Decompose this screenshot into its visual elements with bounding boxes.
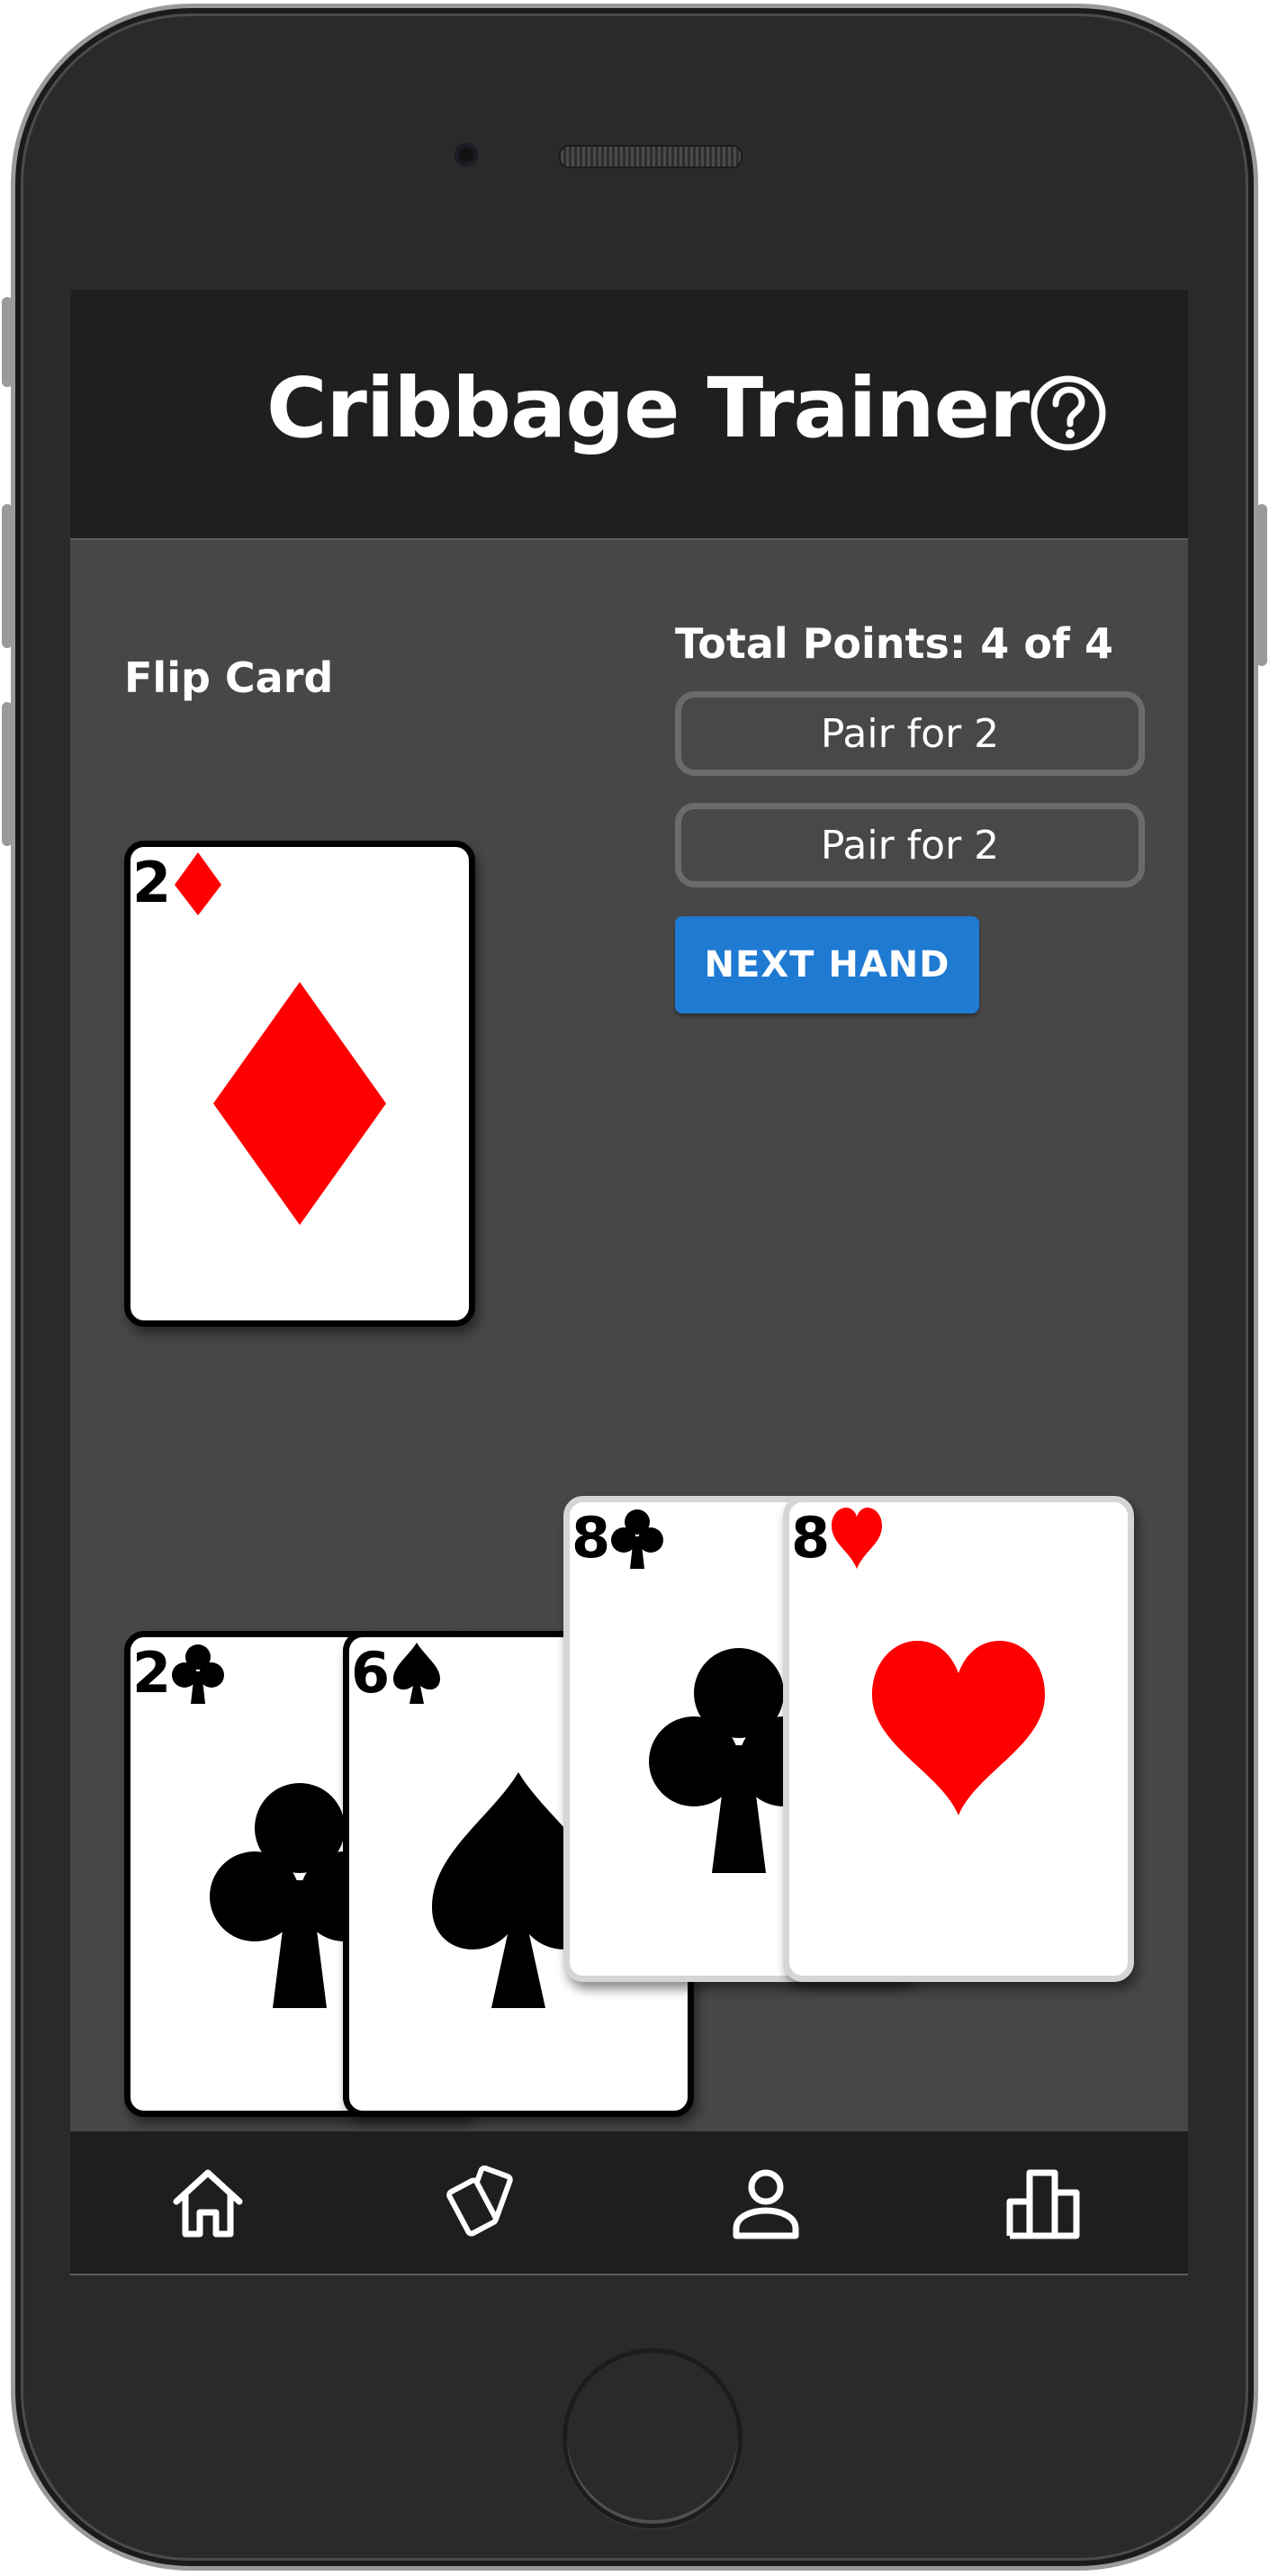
- card-corner: 2: [132, 1639, 225, 1711]
- mute-switch: [2, 297, 13, 387]
- card-corner: 8: [572, 1504, 664, 1576]
- home-button[interactable]: [562, 2348, 742, 2528]
- app-header: Cribbage Trainer: [70, 290, 1188, 540]
- person-icon[interactable]: [725, 2162, 806, 2243]
- power-button: [1256, 504, 1267, 666]
- cards-icon[interactable]: [446, 2162, 527, 2243]
- card-rank: 8: [791, 1505, 831, 1571]
- front-camera: [454, 143, 478, 167]
- flip-card-label: Flip Card: [124, 653, 334, 702]
- flip-card: 2: [124, 841, 475, 1327]
- volume-up-button: [2, 504, 13, 648]
- club-icon: [172, 1644, 225, 1704]
- score-item: Pair for 2: [675, 691, 1145, 776]
- card-rank: 8: [572, 1505, 611, 1571]
- diamond-icon: [175, 852, 222, 915]
- total-points-text: Total Points: 4 of 4: [675, 619, 1113, 668]
- card-rank: 2: [132, 850, 172, 915]
- heart-icon: [832, 1508, 883, 1569]
- volume-down-button: [2, 702, 13, 846]
- leaderboard-icon[interactable]: [1003, 2162, 1084, 2243]
- card-corner: 2: [132, 849, 225, 921]
- card-rank: 6: [351, 1640, 391, 1706]
- app-screen: Cribbage Trainer Flip Card Total Points:…: [70, 290, 1188, 2275]
- diamond-icon: [213, 982, 386, 1225]
- heart-icon: [872, 1641, 1045, 1815]
- home-icon[interactable]: [167, 2162, 248, 2243]
- earpiece-speaker: [559, 145, 742, 168]
- help-circle-icon[interactable]: [1030, 374, 1107, 452]
- app-title: Cribbage Trainer: [266, 360, 1030, 456]
- next-hand-button[interactable]: NEXT HAND: [675, 916, 979, 1013]
- card-corner: 6: [351, 1639, 444, 1711]
- club-icon: [611, 1509, 664, 1569]
- card-rank: 2: [132, 1640, 172, 1706]
- hand-card-selected[interactable]: 8: [783, 1496, 1134, 1982]
- spade-icon: [393, 1643, 441, 1704]
- card-corner: 8: [791, 1504, 884, 1576]
- score-item: Pair for 2: [675, 803, 1145, 887]
- bottom-nav: [70, 2131, 1188, 2275]
